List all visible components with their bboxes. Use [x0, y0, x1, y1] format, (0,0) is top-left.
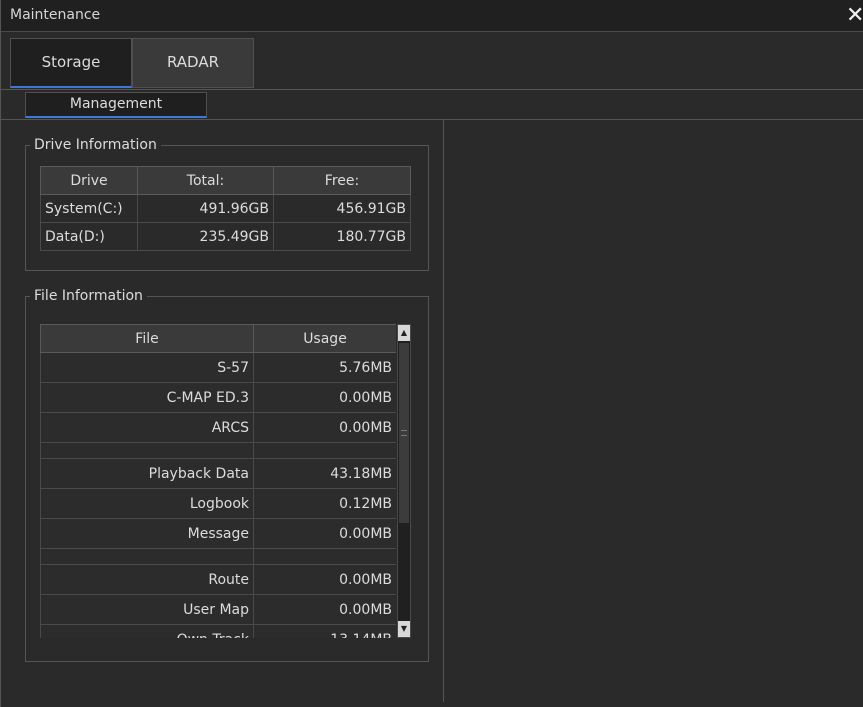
tab-management[interactable]: Management	[25, 92, 207, 118]
column-header-free: Free:	[273, 166, 411, 195]
file-usage	[253, 548, 396, 565]
file-usage: 5.76MB	[253, 352, 396, 383]
file-name: S-57	[40, 352, 254, 383]
file-name: User Map	[40, 594, 254, 625]
file-usage: 13.14MB	[253, 624, 396, 638]
file-name: ARCS	[40, 412, 254, 443]
table-row-spacer	[40, 442, 396, 459]
file-name: Route	[40, 564, 254, 595]
scroll-down-arrow-icon[interactable]: ▼	[398, 621, 410, 637]
file-name	[40, 548, 254, 565]
file-usage	[253, 442, 396, 459]
maintenance-window: Maintenance ✕ Storage RADAR Management D…	[0, 0, 863, 707]
main-tab-bar: Storage RADAR	[1, 32, 863, 90]
table-row[interactable]: Route 0.00MB	[40, 564, 396, 595]
sub-tab-bar: Management	[1, 90, 863, 120]
window-title: Maintenance	[10, 7, 101, 23]
table-row: Data(D:) 235.49GB 180.77GB	[40, 222, 411, 251]
scroll-thumb[interactable]	[399, 343, 409, 523]
column-header-usage[interactable]: Usage	[253, 324, 396, 353]
drive-name: Data(D:)	[40, 222, 138, 251]
column-header-drive: Drive	[40, 166, 138, 195]
file-list-scrollbar[interactable]: ▲ ▼	[397, 324, 411, 638]
file-name: Message	[40, 518, 254, 549]
file-information-legend: File Information	[34, 288, 143, 304]
drive-free: 456.91GB	[273, 194, 411, 223]
file-name: Logbook	[40, 488, 254, 519]
table-row: System(C:) 491.96GB 456.91GB	[40, 194, 411, 223]
file-name: Own Track	[40, 624, 254, 638]
drive-free: 180.77GB	[273, 222, 411, 251]
drive-information-legend: Drive Information	[34, 137, 157, 153]
panel-divider	[443, 120, 444, 702]
file-usage: 0.00MB	[253, 382, 396, 413]
file-list[interactable]: File Usage S-57 5.76MB C-MAP ED.3 0.00MB…	[40, 324, 396, 638]
drive-name: System(C:)	[40, 194, 138, 223]
table-row[interactable]: User Map 0.00MB	[40, 594, 396, 625]
tab-storage[interactable]: Storage	[10, 38, 132, 88]
file-table: File Usage S-57 5.76MB C-MAP ED.3 0.00MB…	[40, 324, 396, 638]
file-usage: 0.00MB	[253, 594, 396, 625]
drive-total: 235.49GB	[137, 222, 274, 251]
drive-table-header: Drive Total: Free:	[40, 166, 411, 195]
table-row[interactable]: Own Track 13.14MB	[40, 624, 396, 638]
table-row[interactable]: Message 0.00MB	[40, 518, 396, 549]
file-table-header: File Usage	[40, 324, 396, 353]
file-name: Playback Data	[40, 458, 254, 489]
table-row[interactable]: S-57 5.76MB	[40, 352, 396, 383]
title-bar: Maintenance ✕	[1, 0, 863, 32]
tab-radar[interactable]: RADAR	[132, 38, 254, 88]
table-row[interactable]: Logbook 0.12MB	[40, 488, 396, 519]
file-name	[40, 442, 254, 459]
table-row[interactable]: ARCS 0.00MB	[40, 412, 396, 443]
scroll-up-arrow-icon[interactable]: ▲	[398, 325, 410, 341]
file-usage: 0.00MB	[253, 518, 396, 549]
scroll-grip-icon	[401, 430, 407, 436]
file-usage: 0.00MB	[253, 564, 396, 595]
table-row[interactable]: C-MAP ED.3 0.00MB	[40, 382, 396, 413]
table-row[interactable]: Playback Data 43.18MB	[40, 458, 396, 489]
table-row-spacer	[40, 548, 396, 565]
column-header-file[interactable]: File	[40, 324, 254, 353]
file-usage: 0.12MB	[253, 488, 396, 519]
drive-table: Drive Total: Free: System(C:) 491.96GB 4…	[40, 166, 411, 251]
file-name: C-MAP ED.3	[40, 382, 254, 413]
drive-total: 491.96GB	[137, 194, 274, 223]
file-usage: 43.18MB	[253, 458, 396, 489]
close-button[interactable]: ✕	[846, 3, 863, 29]
file-usage: 0.00MB	[253, 412, 396, 443]
column-header-total: Total:	[137, 166, 274, 195]
